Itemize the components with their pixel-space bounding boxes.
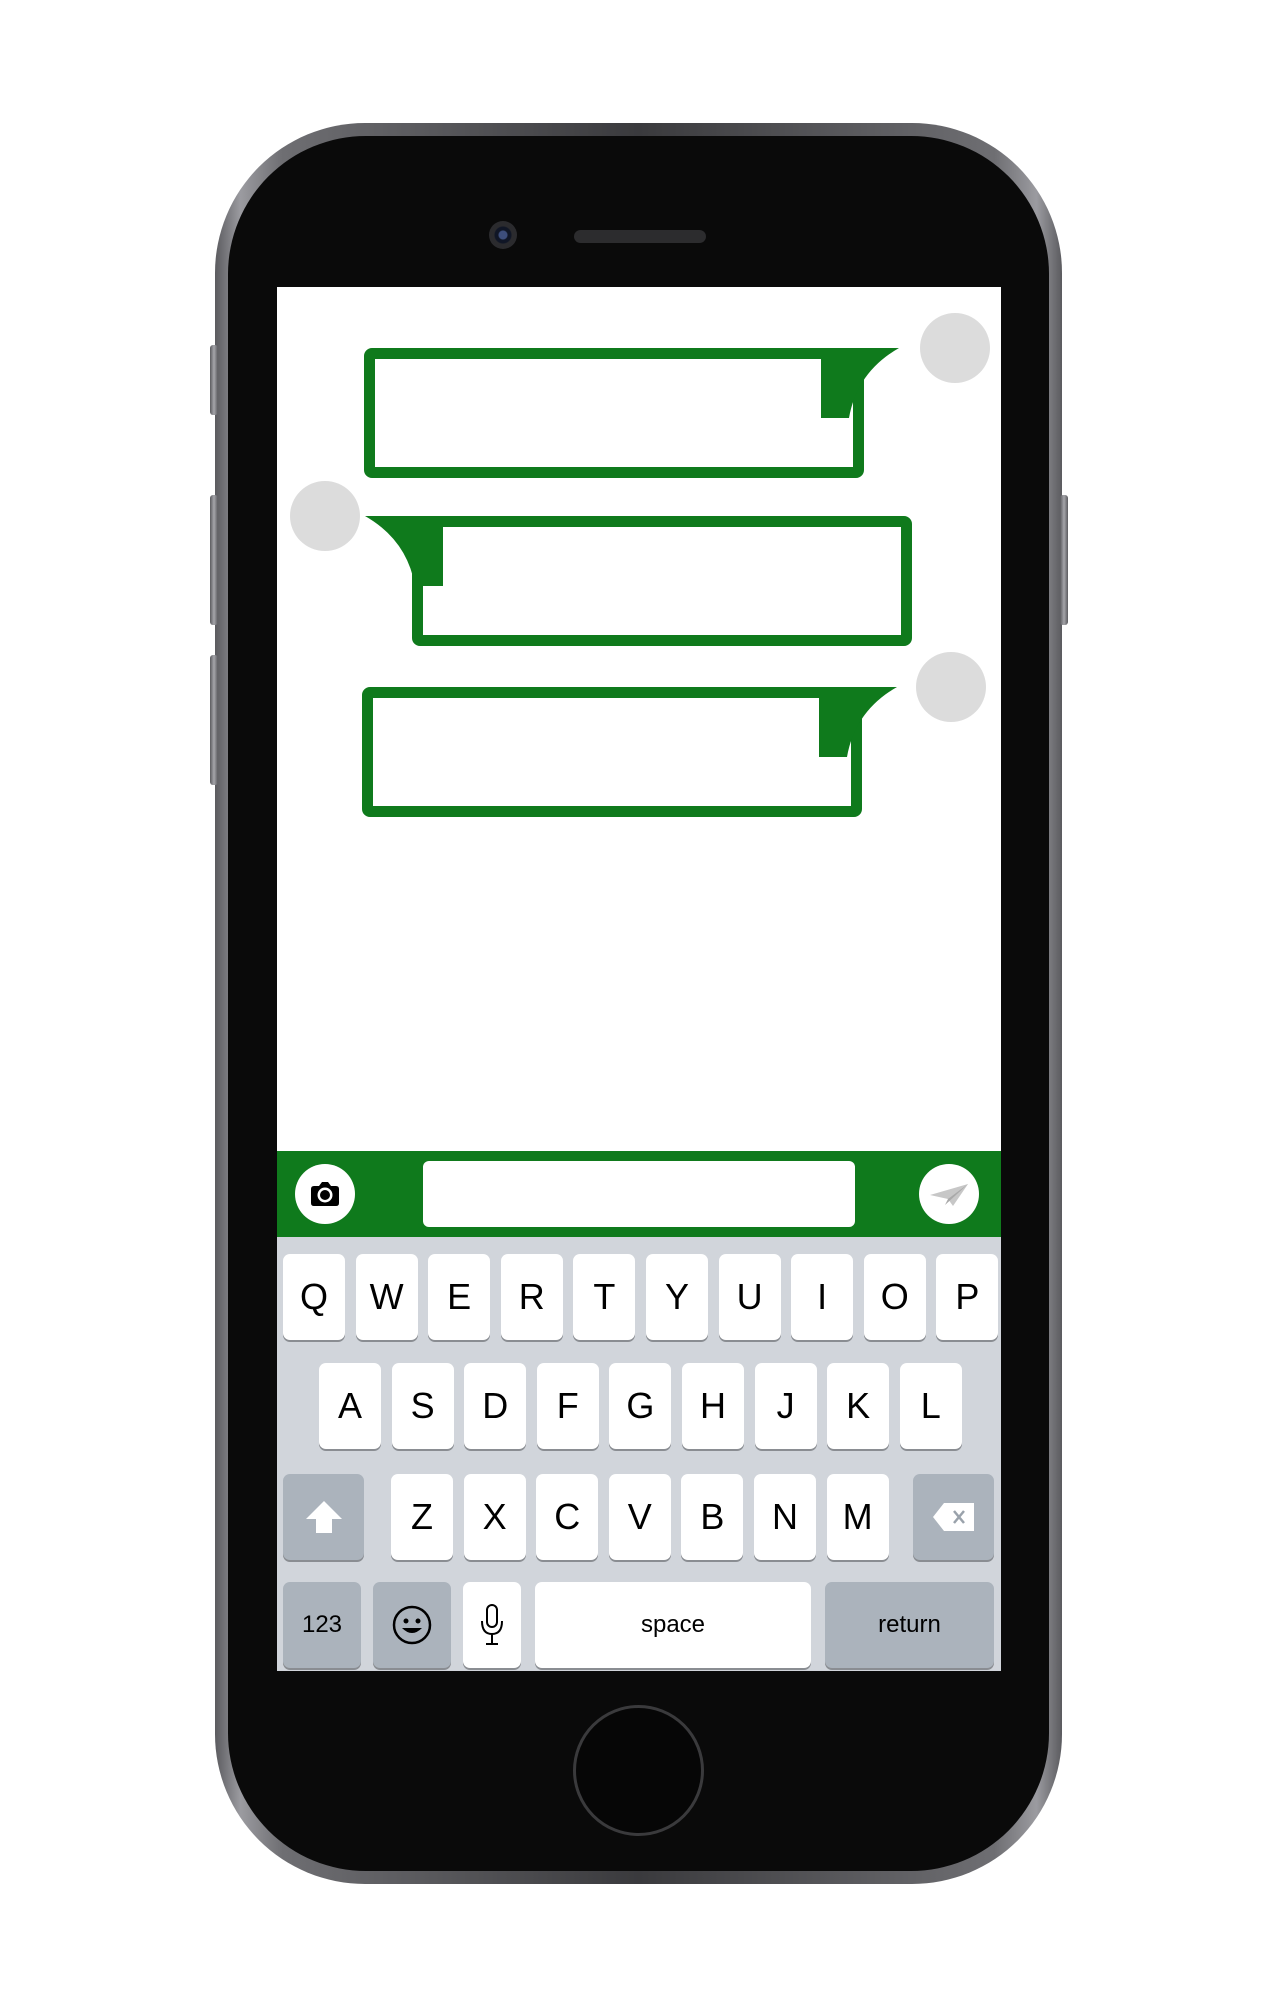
- microphone-key[interactable]: [463, 1582, 521, 1668]
- backspace-icon: [932, 1503, 974, 1531]
- key-label: N: [772, 1496, 798, 1537]
- volume-up-button: [210, 495, 218, 625]
- key-label: F: [556, 1385, 579, 1426]
- bubble-tail: [365, 516, 443, 586]
- microphone-icon: [481, 1604, 503, 1645]
- space-key[interactable]: space: [535, 1582, 811, 1668]
- numbers-key-label: 123: [301, 1611, 343, 1638]
- key-label: O: [880, 1276, 909, 1317]
- key-z[interactable]: Z: [391, 1474, 453, 1560]
- home-button[interactable]: [573, 1705, 704, 1836]
- message-bubble-outgoing[interactable]: [364, 348, 864, 478]
- key-label: E: [447, 1276, 472, 1317]
- key-c[interactable]: C: [536, 1474, 599, 1560]
- key-label: A: [337, 1385, 362, 1426]
- key-g[interactable]: G: [609, 1363, 672, 1449]
- message-input[interactable]: [423, 1161, 855, 1227]
- key-label: D: [482, 1385, 509, 1426]
- key-i[interactable]: I: [791, 1254, 854, 1340]
- camera-button[interactable]: [295, 1164, 355, 1224]
- camera-icon: [311, 1182, 339, 1206]
- key-label: X: [482, 1496, 507, 1537]
- return-key-label: return: [878, 1611, 941, 1638]
- key-p[interactable]: P: [936, 1254, 999, 1340]
- key-label: K: [846, 1385, 871, 1426]
- avatar[interactable]: [920, 313, 990, 383]
- return-key[interactable]: return: [825, 1582, 994, 1668]
- avatar[interactable]: [916, 652, 986, 722]
- key-v[interactable]: V: [608, 1474, 671, 1560]
- send-button[interactable]: [919, 1164, 979, 1224]
- front-camera: [489, 221, 517, 249]
- message-composer: [277, 1151, 1001, 1237]
- volume-down-button: [210, 655, 218, 785]
- key-k[interactable]: K: [827, 1363, 890, 1449]
- space-key-label: space: [640, 1611, 706, 1638]
- key-label: S: [410, 1385, 435, 1426]
- key-label: I: [817, 1276, 828, 1317]
- key-label: J: [776, 1385, 795, 1426]
- key-label: U: [736, 1276, 763, 1317]
- key-b[interactable]: B: [681, 1474, 744, 1560]
- shift-key[interactable]: [283, 1474, 364, 1560]
- message-bubble-incoming[interactable]: [412, 516, 912, 646]
- key-label: B: [700, 1496, 725, 1537]
- key-label: R: [518, 1276, 545, 1317]
- key-j[interactable]: J: [754, 1363, 817, 1449]
- key-label: Z: [411, 1496, 433, 1537]
- key-label: M: [842, 1496, 873, 1537]
- earpiece-speaker: [574, 230, 706, 243]
- key-label: L: [920, 1385, 941, 1426]
- numbers-key[interactable]: 123: [283, 1582, 361, 1668]
- key-label: P: [955, 1276, 980, 1317]
- emoji-key[interactable]: [373, 1582, 451, 1668]
- smiley-icon: [392, 1605, 432, 1645]
- shift-arrow-icon: [305, 1501, 342, 1533]
- key-t[interactable]: T: [573, 1254, 636, 1340]
- key-d[interactable]: D: [464, 1363, 527, 1449]
- key-n[interactable]: N: [754, 1474, 816, 1560]
- key-s[interactable]: S: [391, 1363, 454, 1449]
- key-label: C: [554, 1496, 581, 1537]
- key-label: Q: [299, 1276, 328, 1317]
- key-l[interactable]: L: [899, 1363, 962, 1449]
- key-m[interactable]: M: [826, 1474, 889, 1560]
- key-a[interactable]: A: [319, 1363, 381, 1449]
- key-r[interactable]: R: [500, 1254, 563, 1340]
- key-w[interactable]: W: [355, 1254, 418, 1340]
- message-bubble-outgoing[interactable]: [362, 687, 862, 817]
- key-x[interactable]: X: [463, 1474, 526, 1560]
- power-button: [1060, 495, 1068, 625]
- key-label: Y: [664, 1276, 689, 1317]
- key-label: G: [626, 1385, 655, 1426]
- key-label: W: [369, 1276, 404, 1317]
- avatar[interactable]: [290, 481, 360, 551]
- key-q[interactable]: Q: [283, 1254, 345, 1340]
- bubble-tail: [821, 348, 899, 418]
- key-y[interactable]: Y: [646, 1254, 708, 1340]
- screen: QW E R T Y U I O P A S D F G H J K L Z X C V B N M 123 space r…: [277, 287, 1001, 1671]
- key-label: T: [593, 1276, 616, 1317]
- bubble-tail: [819, 687, 897, 757]
- key-e[interactable]: E: [428, 1254, 491, 1340]
- key-label: V: [627, 1496, 652, 1537]
- key-label: H: [700, 1385, 726, 1426]
- key-o[interactable]: O: [863, 1254, 926, 1340]
- key-h[interactable]: H: [682, 1363, 744, 1449]
- keyboard: QW E R T Y U I O P A S D F G H J K L Z X C V B N M 123 space r…: [277, 1237, 1001, 1671]
- key-f[interactable]: F: [536, 1363, 599, 1449]
- paper-plane-icon: [930, 1184, 968, 1206]
- delete-key[interactable]: [913, 1474, 994, 1560]
- key-u[interactable]: U: [718, 1254, 781, 1340]
- mute-switch: [210, 345, 218, 415]
